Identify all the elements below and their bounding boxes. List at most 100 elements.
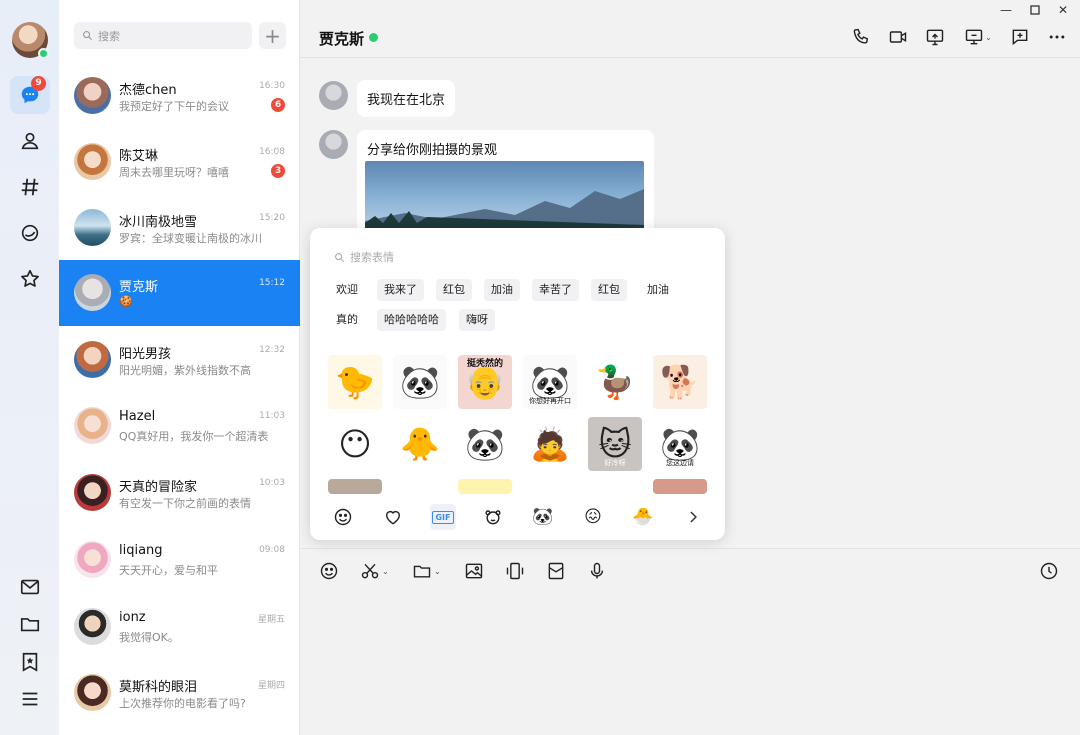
conversation-item[interactable]: Hazel 11:03 QQ真好用，我发你一个超清表情 (59, 393, 300, 459)
conversation-name: Hazel (119, 409, 156, 424)
tab-emoji[interactable] (330, 504, 356, 530)
emoji-tag[interactable]: 真的 (329, 309, 365, 331)
sender-avatar[interactable] (319, 81, 348, 110)
tab-gif[interactable]: GIF (430, 504, 456, 530)
add-button[interactable]: + (259, 22, 286, 49)
image-button[interactable] (464, 559, 484, 583)
rail-moments[interactable] (10, 214, 50, 252)
emoji-tag[interactable]: 欢迎 (329, 279, 365, 301)
emoji-tag[interactable]: 嗨呀 (459, 309, 495, 331)
shake-button[interactable] (505, 559, 525, 583)
avatar (74, 143, 111, 180)
rail-channels[interactable] (10, 168, 50, 206)
sticker-partial[interactable] (393, 479, 447, 494)
tab-sticker-pack-panda[interactable]: 🐼 (530, 504, 556, 530)
video-call-button[interactable] (886, 25, 910, 49)
sticker-thumbs-up[interactable]: 😶 (328, 417, 382, 471)
sticker-cat-cold[interactable]: 🐱 好冷呀 (588, 417, 642, 471)
image-icon (465, 563, 483, 579)
remote-desktop-button[interactable]: ⌄ (961, 25, 995, 49)
avatar (74, 474, 111, 511)
sender-avatar[interactable] (319, 130, 348, 159)
more-button[interactable] (1045, 25, 1069, 49)
rail-files[interactable] (10, 605, 50, 643)
sticker-shiba[interactable]: 🐕 (653, 355, 707, 409)
sticker-panda-bald[interactable]: 挺秃然的 👴 (458, 355, 512, 409)
tab-sticker-pack-1[interactable] (480, 504, 506, 530)
conversation-time: 09:08 (259, 545, 285, 555)
conversation-time: 10:03 (259, 478, 285, 488)
emoji-search-placeholder: 搜索表情 (350, 251, 394, 264)
screen-share-button[interactable] (923, 25, 947, 49)
rail-bookmarks[interactable] (10, 643, 50, 681)
conversation-time: 16:30 (259, 81, 285, 91)
conversation-preview: QQ真好用，我发你一个超清表情 (119, 430, 269, 443)
plus-icon: + (264, 23, 281, 48)
sticker-stick-figure[interactable]: 🙇 (523, 417, 577, 471)
emoji-tag[interactable]: 加油 (640, 279, 676, 301)
rail-mail[interactable] (10, 568, 50, 606)
chat-header: 贾克斯 ⌄ (300, 0, 1080, 58)
sticker-partial[interactable] (523, 479, 577, 494)
conversation-item[interactable]: 贾克斯 15:12 🍪 (59, 260, 300, 326)
conversation-item[interactable]: 陈艾琳 16:08 周末去哪里玩呀？嘻嘻 3 (59, 129, 300, 195)
rail-menu[interactable] (10, 680, 50, 718)
add-chat-icon (1012, 29, 1028, 46)
smiley-icon (334, 508, 352, 526)
emoji-tag[interactable]: 加油 (484, 279, 520, 301)
sticker-panda-this-way[interactable]: 🐼 您这边请 (653, 417, 707, 471)
rail-contacts[interactable] (10, 122, 50, 160)
conversation-time: 12:32 (259, 345, 285, 355)
conversation-item[interactable]: 冰川南极地雪 15:20 罗宾：全球变暖让南极的冰川 (59, 195, 300, 261)
file-button[interactable]: ⌄ (412, 559, 441, 583)
sticker-partial[interactable] (458, 479, 512, 494)
emoji-tag[interactable]: 幸苦了 (532, 279, 579, 301)
tab-favorites[interactable] (380, 504, 406, 530)
new-group-button[interactable] (1008, 25, 1032, 49)
conversation-item[interactable]: 天真的冒险家 10:03 有空发一下你之前画的表情 (59, 460, 300, 526)
message-bubble[interactable]: 我现在在北京 (357, 80, 456, 117)
sticker-panda-angry[interactable]: 🐼 (393, 355, 447, 409)
conversation-name: 陈艾琳 (119, 149, 159, 164)
sticker-chick-heart[interactable]: 🐤 (328, 355, 382, 409)
conversation-item[interactable]: 杰德chen 16:30 我预定好了下午的会议 6 (59, 63, 300, 129)
search-placeholder: 搜索 (98, 29, 120, 43)
next-tab-button[interactable] (680, 504, 706, 530)
tab-sticker-pack-yellow[interactable]: 😖 (580, 504, 606, 530)
emoji-tag[interactable]: 红包 (436, 279, 472, 301)
avatar (74, 77, 111, 114)
sticker-partial[interactable] (653, 479, 707, 494)
sticker-panda-think[interactable]: 🐼 你想好再开口 (523, 355, 577, 409)
left-rail: 9 (0, 0, 59, 735)
voice-button[interactable] (587, 559, 607, 583)
conversation-time: 星期五 (257, 615, 285, 625)
rail-messages[interactable]: 9 (10, 76, 50, 114)
conversation-name: 杰德chen (119, 83, 177, 98)
emoji-tag[interactable]: 哈哈哈哈哈 (377, 309, 446, 331)
emoji-tag[interactable]: 我来了 (377, 279, 424, 301)
sticker-duck-confused[interactable]: 🦆 (588, 355, 642, 409)
emoji-tag[interactable]: 红包 (591, 279, 627, 301)
rail-favorites[interactable] (10, 260, 50, 298)
tab-sticker-pack-chick[interactable]: 🐣 (630, 504, 656, 530)
screenshot-button[interactable]: ⌄ (360, 559, 389, 583)
sticker-partial[interactable] (328, 479, 382, 494)
search-input[interactable]: 搜索 (74, 22, 252, 49)
emoji-button[interactable] (319, 559, 339, 583)
my-avatar[interactable] (12, 22, 49, 59)
emoji-search-input[interactable]: 搜索表情 (334, 249, 394, 265)
sticker-partial[interactable] (588, 479, 642, 494)
conversation-item[interactable]: liqiang 09:08 天天开心，爱与和平 (59, 527, 300, 593)
chick-icon: 🐣 (632, 507, 654, 527)
conversation-item[interactable]: ionz 星期五 我觉得OK。 (59, 594, 300, 660)
red-packet-button[interactable] (546, 559, 566, 583)
voice-call-button[interactable] (849, 25, 873, 49)
conversation-item[interactable]: 阳光男孩 12:32 阳光明媚，紫外线指数不高 (59, 327, 300, 393)
hashtag-icon (21, 178, 39, 196)
sticker-panda-crying[interactable]: 🐼 (458, 417, 512, 471)
sticker-chick-cute[interactable]: 🐥 (393, 417, 447, 471)
shared-photo[interactable] (365, 161, 644, 229)
yellow-face-icon: 😖 (584, 507, 602, 527)
conversation-item[interactable]: 莫斯科的眼泪 星期四 上次推荐你的电影看了吗? (59, 660, 300, 726)
history-button[interactable] (1039, 559, 1059, 583)
